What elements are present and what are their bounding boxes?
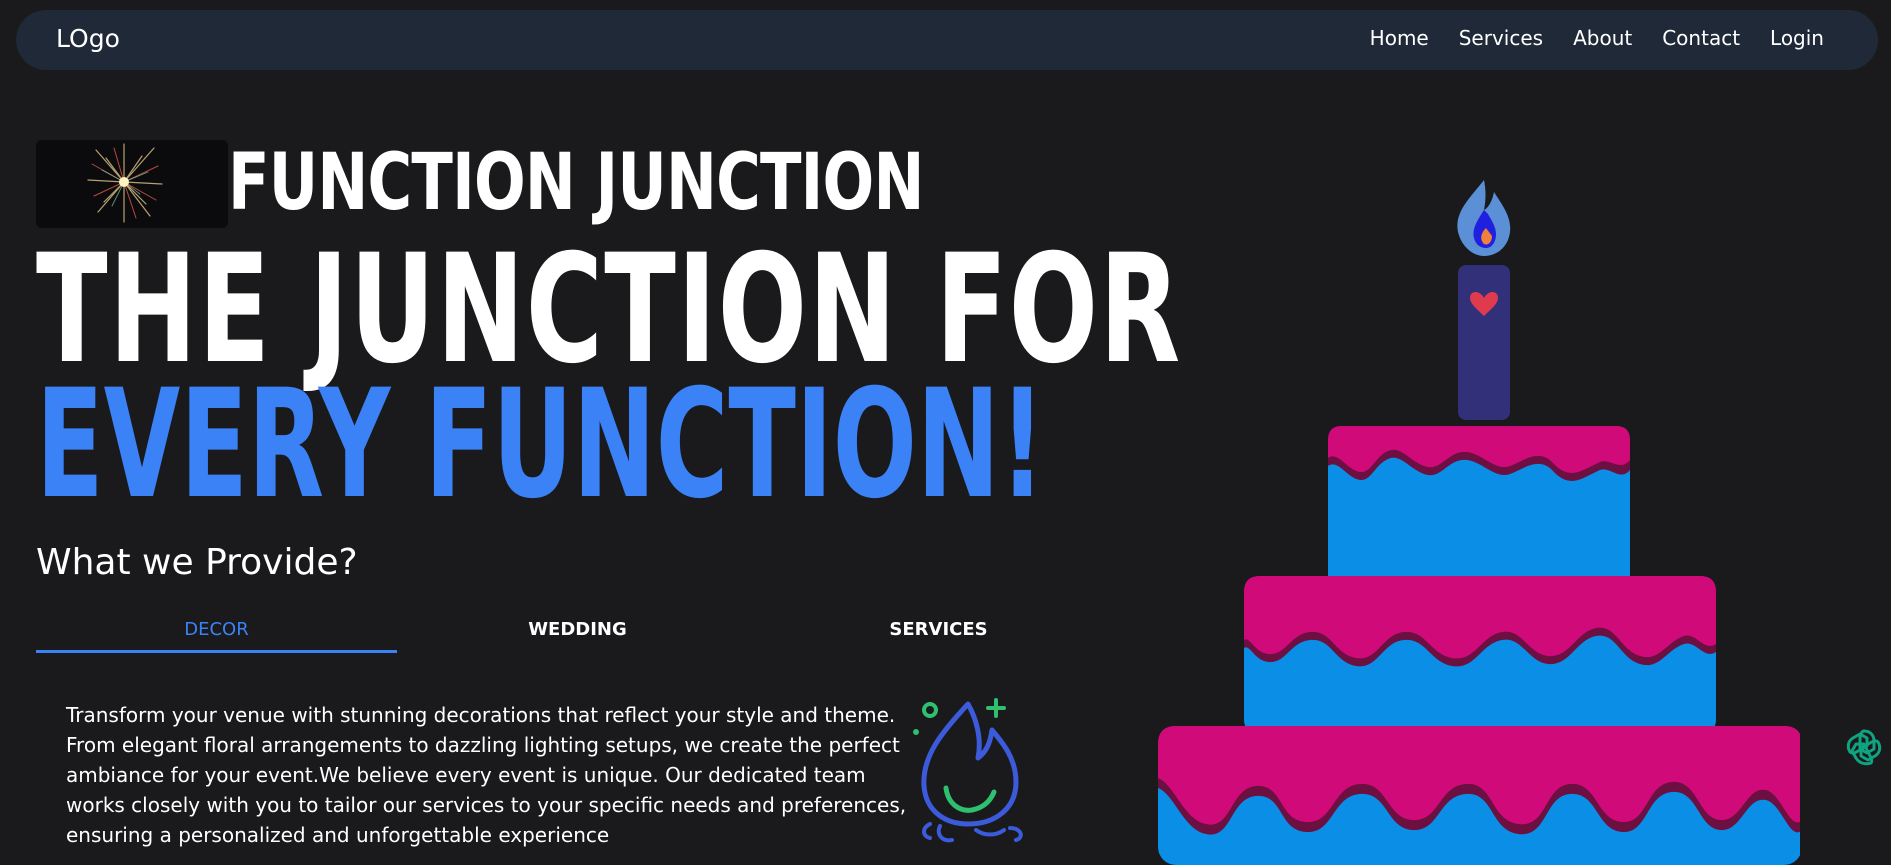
cake-tier-bottom xyxy=(1158,726,1800,865)
nav-link-about[interactable]: About xyxy=(1573,26,1632,50)
nav-link-home[interactable]: Home xyxy=(1370,26,1429,50)
assistant-icon[interactable] xyxy=(1843,725,1885,769)
cake-tier-middle xyxy=(1244,576,1716,736)
tab-services[interactable]: SERVICES xyxy=(758,610,1119,650)
top-navbar: LOgo Home Services About Contact Login xyxy=(16,10,1878,70)
candle-flame xyxy=(1457,180,1511,256)
nav-links: Home Services About Contact Login xyxy=(1370,26,1824,50)
fire-icon xyxy=(913,698,1023,843)
panel-description: Transform your venue with stunning decor… xyxy=(66,703,907,847)
site-logo[interactable]: LOgo xyxy=(56,24,120,53)
fireworks-graphic xyxy=(36,140,228,228)
cake-tier-top xyxy=(1328,426,1630,590)
nav-link-login[interactable]: Login xyxy=(1770,26,1824,50)
candle-body xyxy=(1458,265,1510,420)
tab-wedding[interactable]: WEDDING xyxy=(397,610,758,650)
section-heading: What we Provide? xyxy=(36,542,358,583)
birthday-cake-illustration xyxy=(1158,180,1800,865)
tab-decor[interactable]: DECOR xyxy=(36,610,397,653)
headline-line-2: EVERY FUNCTION! xyxy=(36,358,1045,532)
nav-link-contact[interactable]: Contact xyxy=(1662,26,1740,50)
nav-link-services[interactable]: Services xyxy=(1459,26,1543,50)
brand-title: FUNCTION JUNCTION xyxy=(228,138,924,228)
fireworks-image xyxy=(36,140,228,228)
tab-panel-decor: Transform your venue with stunning decor… xyxy=(66,700,926,850)
services-tabs: DECOR WEDDING SERVICES xyxy=(36,610,1120,653)
